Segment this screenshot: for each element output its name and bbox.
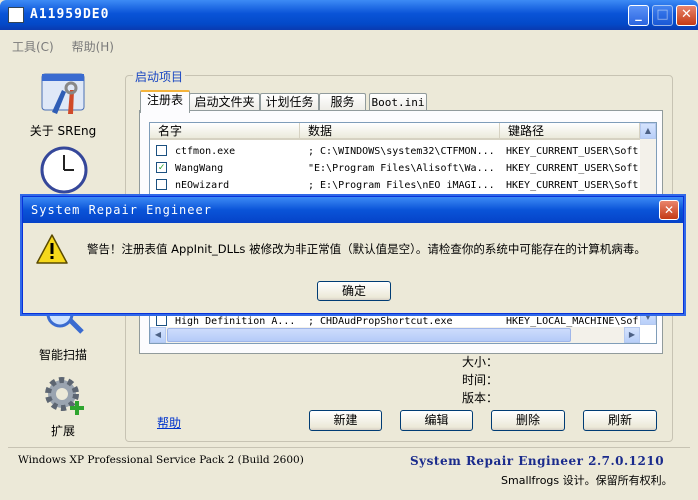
startup-group-title: 启动项目 — [133, 68, 186, 85]
dialog-title-bar[interactable]: System Repair Engineer ✕ — [23, 197, 683, 223]
row-checkbox[interactable] — [156, 179, 167, 190]
clock-icon — [40, 146, 88, 194]
row-data: ; C:\WINDOWS\system32\CTFMON... — [308, 146, 495, 157]
nav-clock[interactable] — [18, 146, 108, 196]
size-label: 大小： — [462, 355, 499, 369]
copyright: Smallfrogs 设计。保留所有权利。 — [501, 474, 673, 487]
dialog-close-button[interactable]: ✕ — [659, 200, 679, 220]
scroll-right-icon[interactable]: ▶ — [624, 327, 640, 343]
main-window: A11959DE0 _ □ ✕ 工具(C) 帮助(H) 关于 SREng 智能扫… — [0, 0, 698, 500]
os-info: Windows XP Professional Service Pack 2 (… — [18, 454, 304, 466]
horizontal-scrollbar[interactable]: ◀ ▶ — [150, 327, 640, 343]
row-checkbox[interactable] — [156, 315, 167, 326]
row-data: ; E:\Program Files\nEO iMAGI... — [308, 180, 495, 191]
column-header-key[interactable]: 键路径 — [500, 123, 640, 140]
tab-registry[interactable]: 注册表 — [140, 90, 190, 113]
scroll-left-icon[interactable]: ◀ — [150, 327, 166, 343]
nav-about-label: 关于 SREng — [29, 124, 97, 138]
row-checkbox[interactable]: ✓ — [156, 162, 167, 173]
title-bar[interactable]: A11959DE0 _ □ ✕ — [0, 0, 698, 30]
scroll-up-icon[interactable]: ▲ — [640, 123, 656, 139]
delete-button[interactable]: 删除 — [491, 410, 565, 431]
warning-dialog: System Repair Engineer ✕ 警告！注册表值 AppInit… — [22, 196, 684, 314]
minimize-button[interactable]: _ — [628, 5, 649, 26]
menu-help[interactable]: 帮助(H) — [72, 40, 114, 54]
tools-icon — [41, 73, 85, 114]
dialog-message: 警告！注册表值 AppInit_DLLs 被修改为非正常值（默认值是空）。请检查… — [87, 242, 646, 256]
column-header-name[interactable]: 名字 — [150, 123, 300, 140]
row-name: ctfmon.exe — [175, 146, 236, 157]
time-label: 时间： — [462, 373, 499, 387]
scroll-thumb[interactable] — [167, 328, 571, 342]
row-key: HKEY_CURRENT_USER\Soft — [506, 146, 639, 157]
help-link[interactable]: 帮助 — [157, 414, 181, 431]
menu-bar: 工具(C) 帮助(H) — [4, 38, 120, 58]
maximize-button[interactable]: □ — [652, 5, 673, 26]
app-icon — [8, 7, 24, 23]
row-data: "E:\Program Files\Alisoft\Wa... — [308, 163, 495, 174]
product-name: System Repair Engineer 2.7.0.1210 — [410, 454, 665, 468]
edit-button[interactable]: 编辑 — [400, 410, 473, 431]
tab-scheduled-tasks[interactable]: 计划任务 — [260, 93, 319, 111]
version-label: 版本： — [462, 391, 499, 405]
row-name: nEOwizard — [175, 180, 230, 191]
tab-services[interactable]: 服务 — [319, 93, 366, 111]
close-button[interactable]: ✕ — [676, 5, 697, 26]
table-row[interactable]: ctfmon.exe ; C:\WINDOWS\system32\CTFMON.… — [150, 143, 640, 160]
nav-smart-scan-label: 智能扫描 — [38, 348, 87, 362]
row-checkbox[interactable] — [156, 145, 167, 156]
table-row[interactable]: nEOwizard ; E:\Program Files\nEO iMAGI..… — [150, 177, 640, 194]
tab-startup-folder[interactable]: 启动文件夹 — [189, 93, 260, 111]
ok-button[interactable]: 确定 — [317, 281, 391, 301]
gear-plus-icon — [45, 377, 84, 415]
menu-tools[interactable]: 工具(C) — [12, 40, 54, 54]
row-key: HKEY_CURRENT_USER\Soft — [506, 163, 639, 174]
window-title: A11959DE0 — [30, 7, 110, 22]
dialog-title: System Repair Engineer — [31, 203, 212, 217]
nav-extend[interactable]: 扩展 — [18, 372, 108, 438]
nav-about[interactable]: 关于 SREng — [18, 70, 108, 140]
column-header-data[interactable]: 数据 — [300, 123, 500, 140]
magnifier-icon — [46, 312, 84, 334]
nav-smart-scan[interactable]: 智能扫描 — [18, 312, 108, 364]
tab-boot-ini[interactable]: Boot.ini — [369, 93, 427, 111]
table-row[interactable]: ✓ WangWang "E:\Program Files\Alisoft\Wa.… — [150, 160, 640, 177]
new-button[interactable]: 新建 — [309, 410, 382, 431]
warning-icon — [36, 234, 68, 264]
nav-extend-label: 扩展 — [50, 424, 75, 438]
row-key: HKEY_CURRENT_USER\Soft — [506, 180, 639, 191]
row-name: WangWang — [175, 163, 224, 174]
refresh-button[interactable]: 刷新 — [583, 410, 657, 431]
